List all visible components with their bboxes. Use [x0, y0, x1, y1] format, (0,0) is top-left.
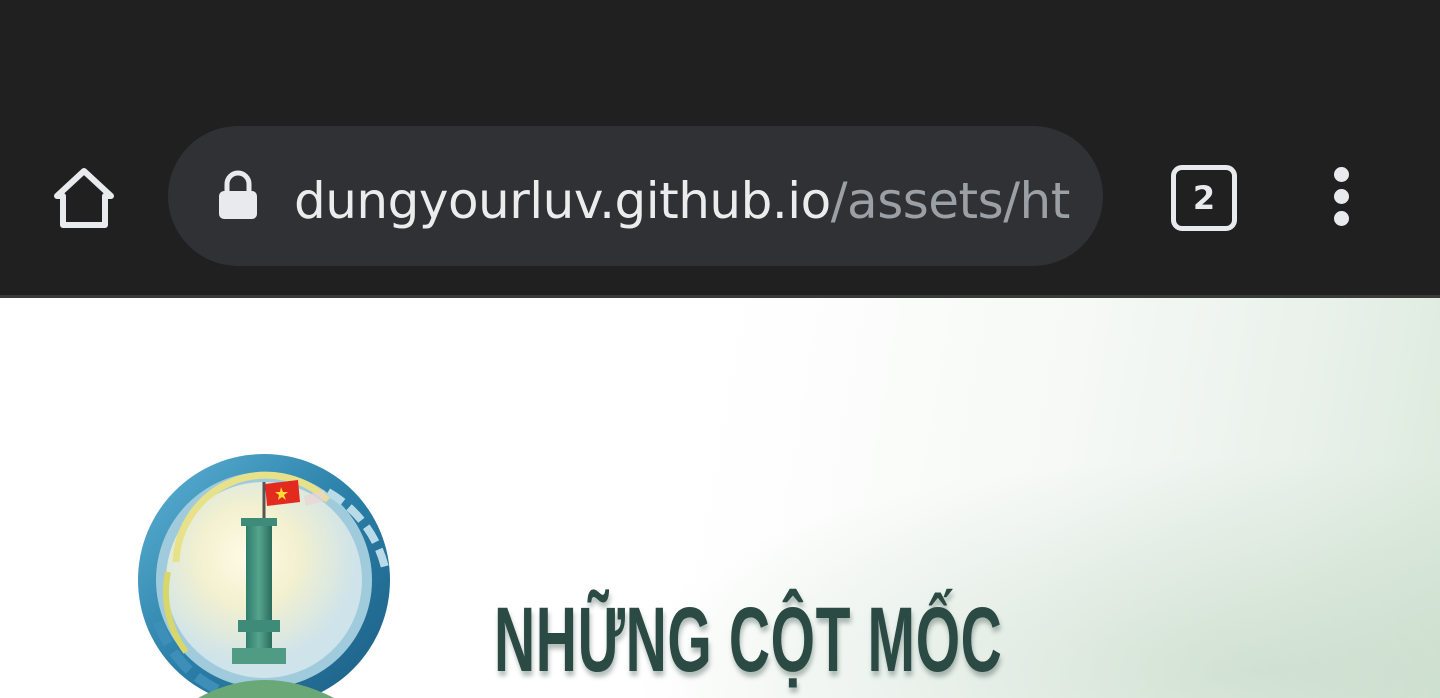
tab-switcher-button[interactable]: 2 [1168, 162, 1237, 231]
menu-dot [1334, 211, 1349, 226]
url-domain: dungyourluv.github.io [294, 172, 831, 230]
menu-dot [1334, 189, 1349, 204]
more-vert-icon[interactable] [1312, 160, 1372, 232]
url-text[interactable]: dungyourluv.github.io/assets/ht [294, 166, 1076, 236]
home-icon [54, 168, 114, 228]
border-marker-flag-logo [138, 454, 390, 698]
url-path: /assets/ht [830, 172, 1071, 230]
menu-dot [1334, 167, 1349, 182]
page-heading: NHỮNG CỘT MỐC [494, 589, 1003, 691]
lock-icon [219, 170, 257, 219]
home-button[interactable] [44, 158, 124, 238]
tab-count-badge: 2 [1171, 165, 1237, 231]
